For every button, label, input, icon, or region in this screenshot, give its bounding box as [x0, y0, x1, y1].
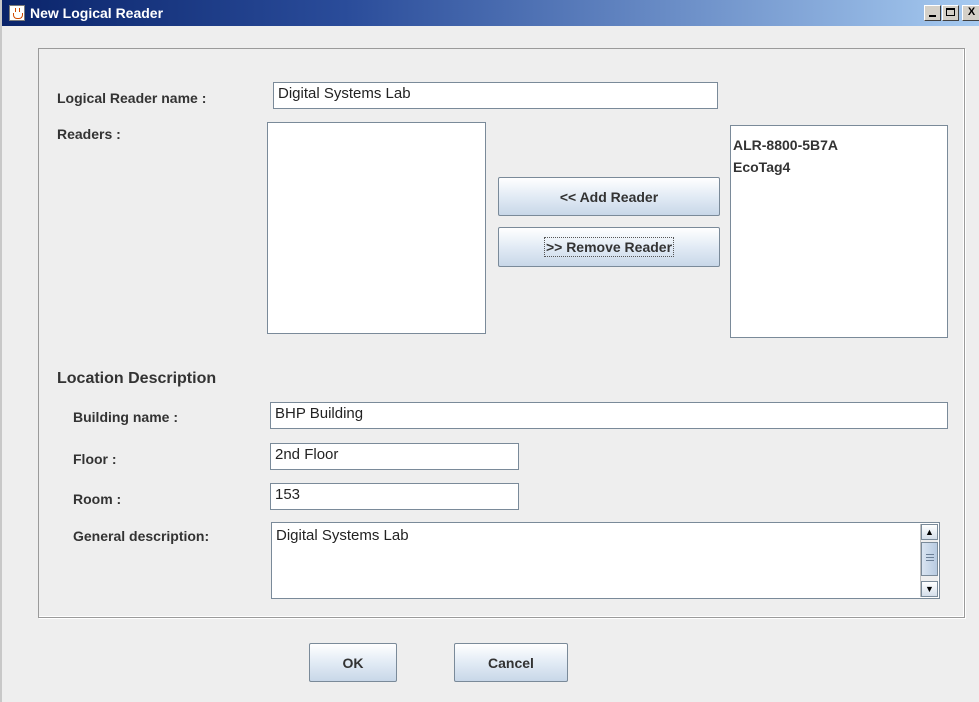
maximize-button[interactable] — [942, 5, 959, 21]
java-cup-icon — [9, 5, 25, 21]
logical-reader-name-label: Logical Reader name : — [57, 90, 207, 106]
minimize-button[interactable] — [924, 5, 941, 21]
general-description-label: General description: — [73, 528, 210, 544]
vertical-scrollbar[interactable]: ▲ ▼ — [920, 524, 938, 597]
scrollbar-thumb[interactable] — [921, 542, 938, 576]
room-label: Room : — [73, 491, 122, 507]
remove-reader-button[interactable]: >> Remove Reader — [498, 227, 720, 267]
logical-reader-name-input[interactable]: Digital Systems Lab — [273, 82, 718, 109]
building-name-input[interactable]: BHP Building — [270, 402, 948, 429]
general-description-textarea[interactable]: Digital Systems Lab ▲ ▼ — [271, 522, 940, 599]
list-item[interactable]: ALR-8800-5B7A — [731, 134, 947, 156]
building-name-label: Building name : — [73, 409, 178, 425]
readers-label: Readers : — [57, 126, 121, 142]
list-item[interactable]: EcoTag4 — [731, 156, 947, 178]
scroll-up-arrow-icon[interactable]: ▲ — [921, 524, 938, 540]
available-readers-list[interactable] — [267, 122, 486, 334]
add-reader-button-label: << Add Reader — [559, 188, 659, 205]
general-description-text: Digital Systems Lab — [276, 527, 409, 544]
window-title: New Logical Reader — [30, 5, 164, 21]
title-bar[interactable]: New Logical Reader X — [2, 0, 979, 26]
close-button[interactable]: X — [962, 5, 979, 21]
ok-button-label: OK — [342, 654, 364, 671]
location-section-title: Location Description — [57, 370, 217, 387]
room-input[interactable]: 153 — [270, 483, 519, 510]
floor-input[interactable]: 2nd Floor — [270, 443, 519, 470]
dialog-window: New Logical Reader X Logical Reader name… — [0, 0, 979, 702]
add-reader-button[interactable]: << Add Reader — [498, 177, 720, 216]
ok-button[interactable]: OK — [309, 643, 397, 682]
cancel-button-label: Cancel — [488, 654, 534, 671]
cancel-button[interactable]: Cancel — [454, 643, 568, 682]
scroll-down-arrow-icon[interactable]: ▼ — [921, 581, 938, 597]
floor-label: Floor : — [73, 451, 117, 467]
remove-reader-button-label: >> Remove Reader — [543, 237, 675, 257]
selected-readers-list[interactable]: ALR-8800-5B7A EcoTag4 — [730, 125, 948, 338]
